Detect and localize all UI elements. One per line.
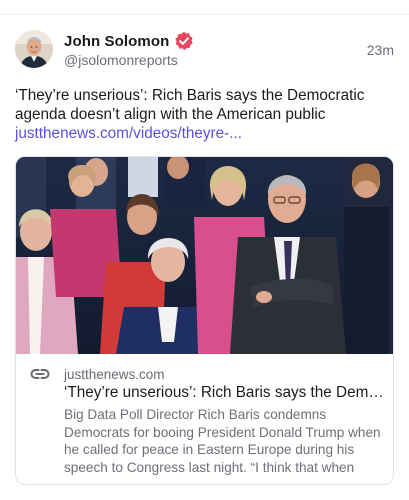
avatar[interactable] [15, 30, 53, 68]
top-divider [0, 14, 409, 15]
verified-badge-icon [175, 31, 194, 50]
card-description: Big Data Poll Director Rich Baris condem… [64, 407, 381, 475]
card-domain-row: justthenews.com [28, 366, 381, 382]
post-text: ‘They’re unserious’: Rich Baris says the… [15, 87, 365, 123]
post-timestamp[interactable]: 23m [367, 42, 394, 58]
author-handle[interactable]: @jsolomonreports [64, 52, 178, 68]
card-title[interactable]: ‘They’re unserious’: Rich Baris says the… [64, 383, 384, 402]
link-card[interactable]: justthenews.com ‘They’re unserious’: Ric… [15, 156, 394, 485]
card-domain: justthenews.com [64, 366, 165, 382]
post-link[interactable]: justthenews.com/videos/theyre-... [15, 124, 394, 143]
card-thumbnail-image [16, 157, 393, 354]
name-row: John Solomon [64, 31, 194, 51]
card-meta: justthenews.com ‘They’re unserious’: Ric… [16, 354, 393, 476]
post-header: John Solomon @jsolomonreports 23m [15, 28, 394, 72]
author-name[interactable]: John Solomon [64, 33, 169, 50]
post: John Solomon @jsolomonreports 23m ‘They’… [15, 28, 394, 485]
link-icon [30, 369, 50, 379]
